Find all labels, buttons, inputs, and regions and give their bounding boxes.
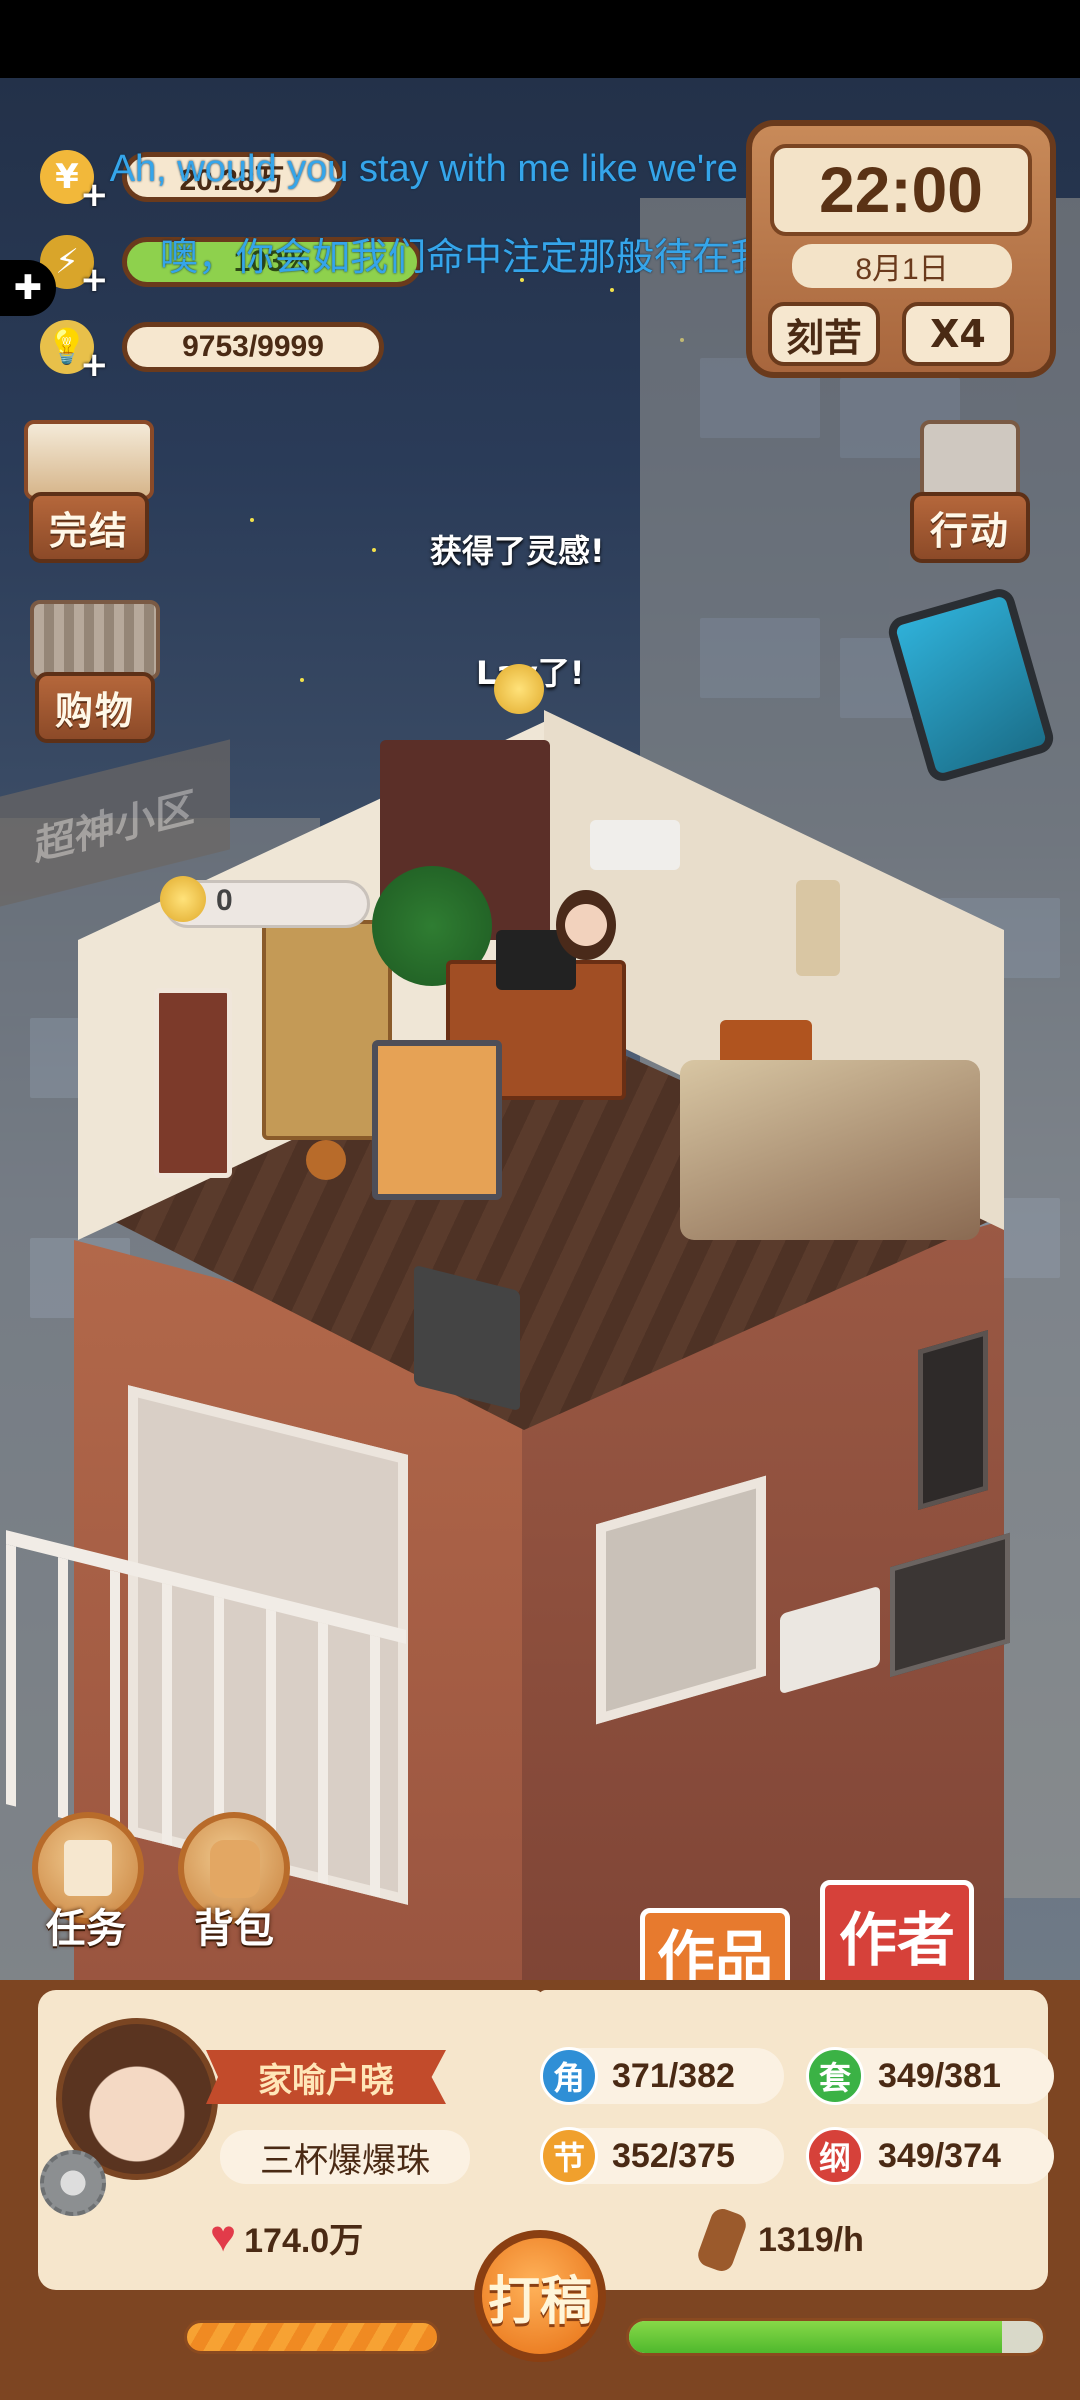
author-title: 家喻户晓 — [206, 2050, 446, 2104]
star — [250, 518, 254, 522]
task-scroll-icon — [64, 1840, 112, 1896]
metric-value: 349/381 — [878, 2056, 1001, 2095]
star — [610, 288, 614, 292]
author-name: 三杯爆爆珠 — [220, 2130, 470, 2184]
metric-set: 套 349/381 — [806, 2047, 1054, 2105]
speed-button[interactable]: X4 — [902, 302, 1014, 366]
finish-label: 完结 — [28, 492, 149, 563]
room-door — [154, 988, 232, 1178]
fans-value: 174.0万 — [244, 2221, 364, 2260]
inspiration-stat[interactable]: 💡 + 9753/9999 — [40, 315, 384, 385]
tasks-label: 任务 — [46, 1906, 126, 1952]
clock-time: 22:00 — [770, 144, 1032, 236]
inspiration-value: 9753/9999 — [122, 322, 384, 372]
plus-icon[interactable]: + — [80, 345, 109, 385]
inspiration-popup: 获得了灵感! — [430, 532, 605, 570]
set-badge-icon: 套 — [806, 2047, 864, 2105]
metric-chapter: 节 352/375 — [540, 2127, 784, 2185]
star — [372, 548, 376, 552]
effort-mode-button[interactable]: 刻苦 — [768, 302, 880, 366]
status-bar — [0, 0, 1080, 78]
progress-fill — [629, 2321, 1002, 2353]
left-progress-bar — [184, 2320, 440, 2354]
finish-button[interactable]: 完结 — [24, 420, 154, 563]
tab-author[interactable]: 作者 — [820, 1880, 974, 1990]
lightbulb-icon[interactable] — [494, 664, 544, 714]
writing-rate: 1319/h — [694, 2205, 914, 2275]
metric-value: 371/382 — [612, 2056, 735, 2095]
outline-badge-icon: 纲 — [806, 2127, 864, 2185]
dog — [306, 1140, 346, 1180]
book-icon — [24, 420, 154, 500]
clock-date: 8月1日 — [792, 244, 1012, 288]
bed — [680, 1060, 980, 1240]
gear-icon[interactable] — [40, 2150, 106, 2216]
lightbulb-icon — [160, 876, 206, 922]
sign-icon — [920, 420, 1020, 500]
fans-count: ♥ 174.0万 — [210, 2212, 363, 2262]
character-badge-icon: 角 — [540, 2047, 598, 2105]
write-button[interactable]: 打稿 — [474, 2230, 606, 2362]
writer-character — [556, 890, 616, 960]
heart-icon: ♥ — [210, 2212, 237, 2261]
action-label: 行动 — [910, 492, 1031, 563]
dog-house — [372, 1040, 502, 1200]
shop-button[interactable]: 购物 — [30, 600, 160, 743]
poster — [796, 880, 840, 976]
star — [300, 678, 304, 682]
air-conditioner — [590, 820, 680, 870]
right-progress-bar — [626, 2318, 1046, 2356]
shop-label: 购物 — [34, 672, 155, 743]
chapter-badge-icon: 节 — [540, 2127, 598, 2185]
basket-icon — [30, 600, 160, 680]
clock-panel: 22:00 8月1日 刻苦 X4 — [746, 120, 1056, 378]
metric-value: 349/374 — [878, 2136, 1001, 2175]
metric-outline: 纲 349/374 — [806, 2127, 1054, 2185]
metric-value: 352/375 — [612, 2136, 735, 2175]
rate-value: 1319/h — [758, 2220, 864, 2259]
side-door — [918, 1329, 988, 1511]
action-button[interactable]: 行动 — [910, 420, 1031, 563]
backpack-icon — [210, 1840, 260, 1898]
bulb-counter: 0 — [216, 884, 233, 917]
metric-character: 角 371/382 — [540, 2047, 784, 2105]
backpack-label: 背包 — [194, 1906, 274, 1952]
